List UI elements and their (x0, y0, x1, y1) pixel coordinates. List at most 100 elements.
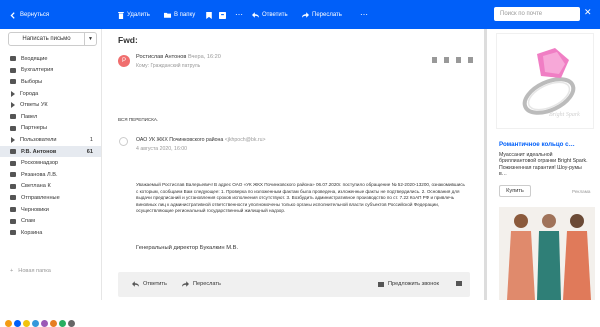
move-to-folder-button[interactable]: В папку (164, 9, 195, 21)
ad-title[interactable]: Романтичное кольцо с… (499, 141, 575, 148)
sidebar-item-label: Пользователи (20, 136, 57, 143)
app-icon-7[interactable] (59, 320, 66, 327)
sidebar-item[interactable]: Партнеры (0, 123, 101, 135)
quoted-text: Уважаемый Ростислав Валерьевич! В адрес … (136, 182, 465, 214)
more-button[interactable] (219, 9, 226, 21)
sender-name[interactable]: Ростислав Антонов (136, 54, 186, 60)
quoted-sender: ОАО УК ЖКХ Починковского района (136, 137, 224, 143)
bookmark-icon[interactable] (432, 57, 437, 63)
flag-button[interactable] (206, 9, 212, 21)
call-action[interactable]: Предложить звонок (378, 281, 439, 287)
expand-icon (11, 90, 15, 97)
forward-label: Переслать (312, 12, 342, 18)
back-arrow-icon (10, 11, 15, 19)
sidebar: Написать письмо ▼ Входящие Бухгалтерия Выб… (0, 29, 102, 327)
call-action-label: Предложить звонок (388, 281, 439, 287)
sidebar-item-label: Бухгалтерия (21, 67, 54, 74)
forward-button[interactable]: Переслать (302, 9, 342, 21)
sidebar-item-label: Светлана К (21, 183, 51, 190)
ad-text: Муассанит идеальной бриллиантовой огранк… (499, 152, 588, 178)
sidebar-item[interactable]: Отправленные (0, 192, 101, 204)
reply-label: Ответить (262, 12, 288, 18)
scrollbar[interactable] (484, 29, 487, 300)
message-view: Fwd: Р Ростислав Антонов Вчера, 16:20 Ко… (102, 29, 484, 300)
more-icon (456, 281, 462, 286)
reply-action-label: Ответить (143, 281, 167, 287)
back-label: Вернуться (20, 12, 50, 18)
folder-icon (10, 125, 16, 131)
ad-brand: Bright Spark (549, 112, 580, 118)
top-toolbar: Вернуться Удалить В папку ⋯ Ответить Пер… (0, 0, 600, 29)
new-folder-button[interactable]: + Новая папка (10, 268, 51, 274)
folder-icon (10, 114, 16, 120)
video-icon (378, 281, 384, 287)
bookmark-icon (206, 11, 212, 19)
sidebar-item-label: Спам (21, 218, 36, 225)
toolbar-more-button[interactable]: ⋯ (360, 9, 368, 21)
trash-icon (118, 11, 124, 19)
sidebar-item-label: Корзина (21, 229, 43, 236)
sidebar-item-label: Ответы УК (20, 102, 48, 109)
app-icon-3[interactable] (23, 320, 30, 327)
sidebar-item-label: Р.В. Антонов (21, 148, 57, 155)
message-action-bar: Ответить Переслать Предложить звонок (118, 272, 470, 297)
back-button[interactable]: Вернуться (10, 9, 49, 21)
app-icon-2[interactable] (14, 320, 21, 327)
folder-icon (10, 56, 16, 62)
ad-image[interactable]: Bright Spark (496, 33, 594, 129)
forward-icon (182, 281, 189, 287)
sidebar-item[interactable]: Входящие (0, 53, 101, 65)
app-icon-5[interactable] (41, 320, 48, 327)
message-intro: ВСЯ ПЕРЕПИСКА. (118, 117, 159, 122)
sidebar-item[interactable]: Спам (0, 215, 101, 227)
ad-image-people[interactable] (499, 207, 595, 300)
forward-action[interactable]: Переслать (182, 281, 221, 287)
folder-icon (10, 67, 16, 73)
folder-icon (164, 12, 171, 18)
new-folder-label: Новая папка (18, 268, 51, 274)
plus-icon: + (10, 268, 14, 274)
reply-button[interactable]: Ответить (252, 9, 288, 21)
sidebar-item[interactable]: Пользователи 1 (0, 134, 101, 146)
print-icon[interactable] (456, 57, 461, 63)
sidebar-item[interactable]: Павел (0, 111, 101, 123)
folder-icon (10, 149, 16, 155)
sidebar-item-label: Города (20, 90, 39, 97)
sidebar-item[interactable]: Роскомнадзор (0, 157, 101, 169)
unread-count: 1 (89, 136, 93, 143)
gear-icon[interactable] (68, 320, 75, 327)
search-input[interactable]: Поиск по почте (494, 7, 580, 21)
sidebar-item[interactable]: Корзина (0, 227, 101, 239)
expand-icon (11, 102, 15, 109)
app-icon-6[interactable] (50, 320, 57, 327)
sidebar-item[interactable]: Р.В. Антонов 61 (0, 145, 101, 158)
trash-icon (10, 230, 16, 236)
reply-icon (252, 12, 259, 18)
sidebar-item[interactable]: Светлана К (0, 181, 101, 193)
forward-icon (302, 12, 309, 18)
sidebar-item[interactable]: Выборы (0, 76, 101, 88)
reply-action[interactable]: Ответить (132, 281, 167, 287)
app-icon-4[interactable] (32, 320, 39, 327)
more-icon[interactable] (468, 57, 473, 63)
action-more[interactable] (456, 281, 462, 286)
close-icon[interactable]: ✕ (584, 8, 592, 17)
app-icon-1[interactable] (5, 320, 12, 327)
message-subject: Fwd: (118, 35, 138, 45)
more-options-button[interactable]: ⋯ (235, 9, 243, 21)
compose-label: Написать письмо (22, 36, 71, 42)
chevron-down-icon[interactable]: ▼ (84, 33, 96, 45)
folder-list: Входящие Бухгалтерия Выборы Города Ответы УК… (0, 53, 101, 239)
avatar[interactable]: Р (118, 55, 130, 67)
sidebar-item[interactable]: Рязанова Л.В. (0, 169, 101, 181)
draft-icon (10, 207, 16, 213)
mail-icon[interactable] (444, 57, 449, 63)
sidebar-item[interactable]: Черновики (0, 204, 101, 216)
buy-button[interactable]: Купить (499, 185, 531, 197)
sidebar-item[interactable]: Ответы УК (0, 99, 101, 111)
delete-button[interactable]: Удалить (118, 9, 150, 21)
sidebar-item[interactable]: Бухгалтерия (0, 65, 101, 77)
compose-button[interactable]: Написать письмо ▼ (8, 32, 97, 46)
sidebar-item[interactable]: Города (0, 88, 101, 100)
sidebar-item-label: Отправленные (21, 194, 60, 201)
